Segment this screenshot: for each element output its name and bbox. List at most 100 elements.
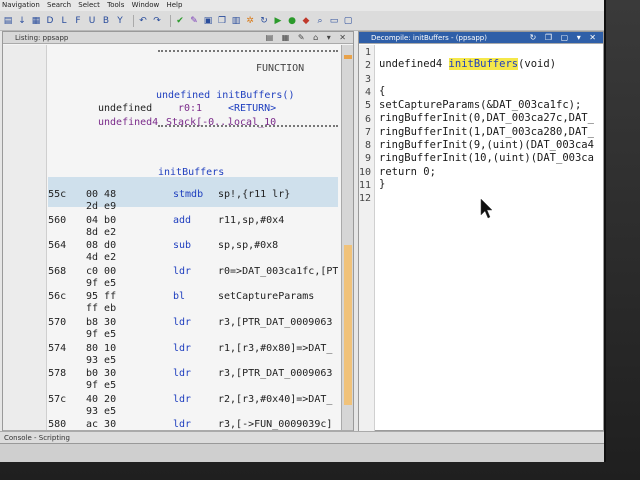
instruction-address: 00090570 xyxy=(48,317,67,328)
instruction-operand: r3,[PTR_DAT_0009063 xyxy=(218,368,333,380)
function-banner: FUNCTION xyxy=(256,63,305,74)
listing-title: Listing: ppsapp xyxy=(15,34,69,42)
stop-icon[interactable]: ◆ xyxy=(301,16,311,26)
line-number: 1 xyxy=(364,47,371,58)
redo-icon[interactable]: ↷ xyxy=(152,16,162,26)
label-icon[interactable]: L xyxy=(59,16,69,26)
play-icon[interactable]: ▶ xyxy=(273,16,283,26)
instruction-bytes: 93 e5 xyxy=(86,405,117,417)
instruction-mnemonic: sub xyxy=(173,240,192,252)
refresh-icon[interactable]: ↻ xyxy=(259,16,269,26)
source-line: undefined4 initBuffers(void) xyxy=(379,58,556,70)
instruction-operand: r0=>DAT_003ca1fc,[PT xyxy=(218,265,338,277)
line-number: 10 xyxy=(358,166,371,178)
function-name-highlight[interactable]: initBuffers xyxy=(448,58,519,70)
instruction-operand: sp,sp,#0x8 xyxy=(218,240,279,252)
instruction-mnemonic: add xyxy=(173,214,192,226)
instruction-bytes: 80 10 xyxy=(86,342,117,354)
instruction-bytes: 08 d0 xyxy=(86,240,117,252)
instruction-bytes: 9f e5 xyxy=(86,329,117,340)
line-number: 9 xyxy=(364,153,371,165)
run-icon[interactable]: ● xyxy=(287,16,297,26)
instruction-operand: r2,[r3,#0x40]=>DAT_ xyxy=(218,393,333,405)
window-icon[interactable]: ▢ xyxy=(343,16,353,26)
toolbar-separator xyxy=(133,14,134,27)
line-number: 3 xyxy=(364,73,371,85)
arrow-down-icon[interactable]: ↓ xyxy=(17,16,27,26)
listing-panel: Listing: ppsapp ▤ ▦ ✎ ⌂ ▾ ✕ FUNCTION und… xyxy=(2,31,354,442)
instruction-bytes: 95 ff xyxy=(86,291,117,303)
monitor-bezel: Navigation Search Select Tools Window He… xyxy=(0,0,640,480)
line-number: 12 xyxy=(358,193,371,205)
instruction-operand: sp!,{r11 lr} xyxy=(218,189,291,200)
menu-window[interactable]: Window xyxy=(132,1,160,9)
document-icon[interactable]: ▤ xyxy=(3,16,13,26)
zoom-icon[interactable]: ⌕ xyxy=(315,16,325,26)
instruction-operand: r11,sp,#0x4 xyxy=(218,214,285,226)
menu-search[interactable]: Search xyxy=(47,1,71,9)
instruction-bytes: b8 30 xyxy=(86,317,117,328)
instruction-mnemonic: ldr xyxy=(173,368,192,380)
graph-icon[interactable]: ✲ xyxy=(245,16,255,26)
decompiled-source[interactable]: undefined4 initBuffers(void) { setCaptur… xyxy=(379,45,603,431)
bookmark-icon[interactable]: B xyxy=(101,16,111,26)
terminal-icon[interactable]: ▭ xyxy=(329,16,339,26)
line-number: 5 xyxy=(364,100,371,112)
status-bar: Console - Scripting xyxy=(0,431,604,443)
instruction-bytes: 9f e5 xyxy=(86,277,117,289)
instruction-address: 0009057c xyxy=(48,393,67,405)
open-brace: { xyxy=(379,85,386,97)
copy-icon[interactable]: ❐ xyxy=(217,16,227,26)
data-icon[interactable]: D xyxy=(45,16,55,26)
instruction-operand: r1,[r3,#0x80]=>DAT_ xyxy=(218,342,333,354)
instruction-bytes: b0 30 xyxy=(86,368,117,380)
menu-help[interactable]: Help xyxy=(166,1,182,9)
source-line: ringBufferInit(9,(uint)(DAT_003ca4 xyxy=(379,138,594,151)
instruction-operand: setCaptureParams xyxy=(218,291,315,303)
undefined-icon[interactable]: U xyxy=(87,16,97,26)
instruction-bytes: c0 00 xyxy=(86,265,117,277)
open-file-icon[interactable]: ▣ xyxy=(203,16,213,26)
function-banner-top xyxy=(158,50,338,52)
mouse-cursor-icon xyxy=(480,198,493,219)
instruction-address: 00090574 xyxy=(48,342,67,354)
listing-code[interactable]: FUNCTION undefined initBuffers() undefin… xyxy=(48,45,338,431)
param-type: undefined xyxy=(98,103,153,114)
scroll-marker xyxy=(344,55,352,59)
instruction-operand: r3,[->FUN_0009039c] xyxy=(218,419,333,431)
source-line: return 0; xyxy=(379,165,436,178)
menu-navigation[interactable]: Navigation xyxy=(2,1,40,9)
instruction-mnemonic: ldr xyxy=(173,342,192,354)
line-number: 4 xyxy=(364,86,371,98)
menu-select[interactable]: Select xyxy=(78,1,100,9)
toolbar-separator xyxy=(170,14,171,27)
byte-icon[interactable]: Y xyxy=(115,16,125,26)
console-tab[interactable]: Console - Scripting xyxy=(4,434,70,442)
line-number-gutter: 1 2 3 4 5 6 7 8 9 10 11 12 xyxy=(359,45,375,431)
undo-icon[interactable]: ↶ xyxy=(138,16,148,26)
layout-icon[interactable]: ▥ xyxy=(231,16,241,26)
param-name: Stack[-0... xyxy=(166,117,233,128)
instruction-bytes: 40 20 xyxy=(86,393,117,405)
instruction-mnemonic: ldr xyxy=(173,393,192,405)
line-number: 2 xyxy=(364,60,371,72)
line-number: 6 xyxy=(364,113,371,125)
bottom-bar xyxy=(0,443,604,462)
menu-bar: Navigation Search Select Tools Window He… xyxy=(0,0,604,11)
instruction-bytes: 9f e5 xyxy=(86,380,117,392)
decompile-toolbar-icons[interactable]: ↻ ❐ ▢ ▾ ✕ xyxy=(530,32,599,44)
param-value: <RETURN> xyxy=(228,103,277,114)
function-signature: undefined initBuffers() xyxy=(156,90,295,101)
line-number: 8 xyxy=(364,140,371,152)
line-number: 7 xyxy=(364,126,371,138)
edit-icon[interactable]: ✎ xyxy=(189,16,199,26)
menu-tools[interactable]: Tools xyxy=(107,1,124,9)
listing-body: FUNCTION undefined initBuffers() undefin… xyxy=(3,45,353,442)
listing-vertical-scrollbar[interactable] xyxy=(341,45,353,431)
instruction-bytes: ff eb xyxy=(86,303,117,315)
function-icon[interactable]: F xyxy=(73,16,83,26)
instruction-bytes: 2d e9 xyxy=(86,201,117,212)
grid-icon[interactable]: ▦ xyxy=(31,16,41,26)
check-icon[interactable]: ✔ xyxy=(175,16,185,26)
listing-toolbar-icons[interactable]: ▤ ▦ ✎ ⌂ ▾ ✕ xyxy=(266,32,349,44)
